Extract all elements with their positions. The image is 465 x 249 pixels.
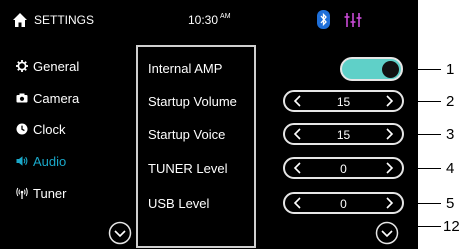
sidebar-item-label: General: [33, 58, 80, 74]
speaker-icon: [16, 156, 28, 166]
startup-voice-stepper: 15: [283, 123, 404, 145]
callout-line: [405, 203, 441, 204]
antenna-icon: [16, 187, 28, 199]
clock-icon: [16, 123, 28, 135]
clock-display: 10:30 AM: [188, 13, 231, 27]
increase-arrow-icon[interactable]: [382, 94, 396, 108]
content-scroll-down-icon[interactable]: [375, 221, 399, 245]
callout-1: 1: [446, 61, 455, 78]
tuner-level-stepper: 0: [283, 157, 404, 179]
equalizer-icon[interactable]: [344, 12, 362, 28]
head-unit-screen: SETTINGS 10:30 AM General Camera Clock A…: [0, 0, 418, 249]
usb-level-label: USB Level: [148, 196, 210, 211]
callout-2: 2: [446, 93, 455, 110]
status-bar: SETTINGS 10:30 AM: [0, 0, 418, 40]
camera-icon: [16, 93, 28, 103]
startup-volume-label: Startup Volume: [148, 94, 237, 109]
internal-amp-toggle[interactable]: [340, 57, 403, 81]
callout-3: 3: [446, 126, 455, 143]
callout-line: [405, 134, 441, 135]
sidebar-scroll-down-icon[interactable]: [108, 221, 132, 245]
bluetooth-icon: [317, 10, 330, 29]
callout-line: [398, 226, 441, 227]
callout-line: [405, 168, 441, 169]
increase-arrow-icon[interactable]: [382, 127, 396, 141]
toggle-knob: [382, 61, 399, 78]
clock-ampm: AM: [220, 13, 231, 20]
gear-icon: [16, 60, 28, 72]
page-title: SETTINGS: [34, 13, 95, 27]
increase-arrow-icon[interactable]: [382, 161, 396, 175]
internal-amp-label: Internal AMP: [148, 61, 223, 76]
sidebar-item-label: Tuner: [33, 185, 67, 201]
callout-4: 4: [446, 160, 455, 177]
callout-line: [405, 69, 441, 70]
startup-volume-stepper: 15: [283, 90, 404, 112]
callout-line: [405, 101, 441, 102]
tuner-level-label: TUNER Level: [148, 161, 228, 176]
sidebar-item-label: Camera: [33, 90, 80, 106]
usb-level-stepper: 0: [283, 192, 404, 214]
sidebar-item-clock[interactable]: Clock: [16, 118, 66, 140]
callout-12: 12: [443, 218, 460, 235]
sidebar-item-label: Clock: [33, 121, 66, 137]
sidebar-item-general[interactable]: General: [16, 55, 79, 77]
sidebar-item-tuner[interactable]: Tuner: [16, 182, 66, 204]
clock-time: 10:30: [188, 13, 219, 27]
sidebar-item-camera[interactable]: Camera: [16, 87, 79, 109]
home-icon[interactable]: [12, 12, 28, 28]
sidebar-item-label: Audio: [33, 153, 67, 169]
callout-5: 5: [446, 195, 455, 212]
increase-arrow-icon[interactable]: [382, 196, 396, 210]
sidebar-item-audio[interactable]: Audio: [16, 150, 66, 172]
startup-voice-label: Startup Voice: [148, 127, 226, 142]
